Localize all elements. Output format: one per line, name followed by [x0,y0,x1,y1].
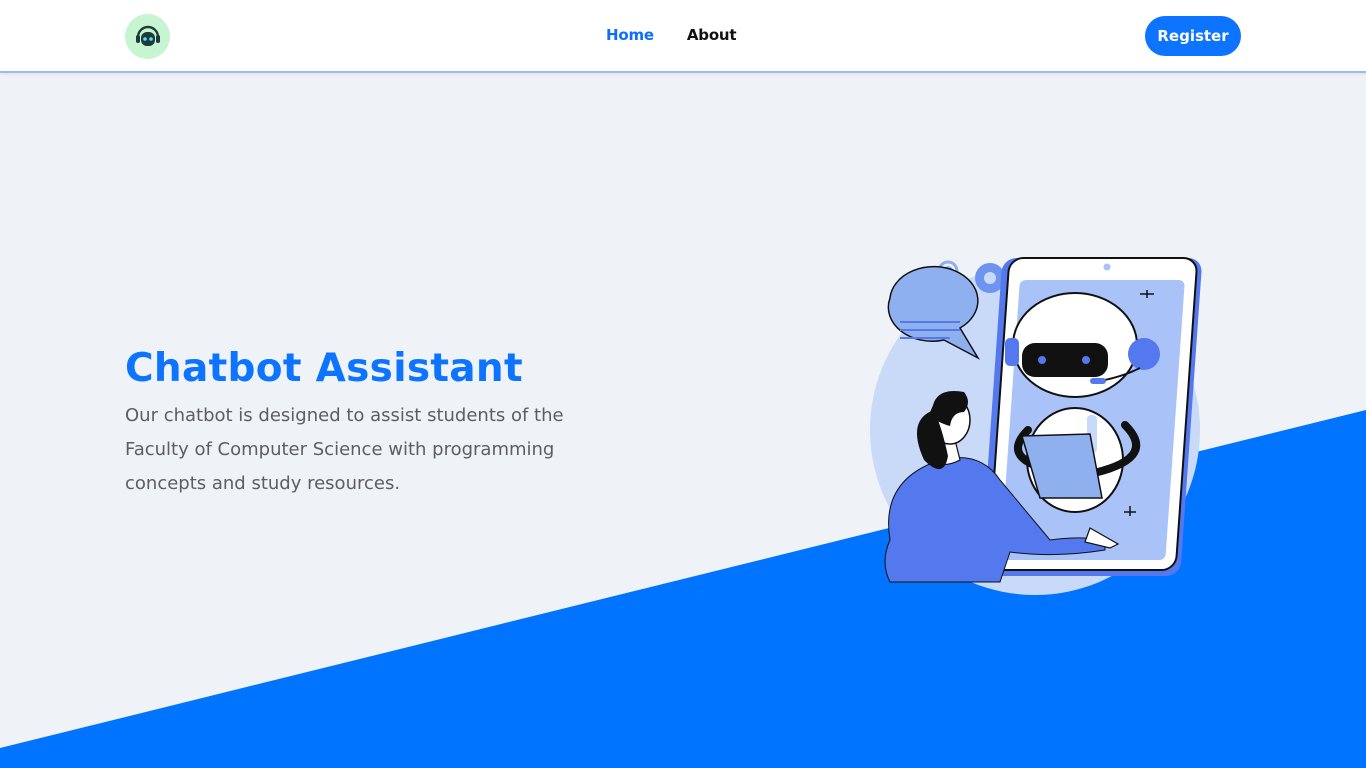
nav-home-link[interactable]: Home [606,26,654,44]
main-nav: Home About [606,26,737,44]
chatbot-phone-illustration [870,257,1202,595]
hero-description: Our chatbot is designed to assist studen… [125,405,564,494]
navbar: Home About Register [0,0,1366,73]
nav-about-link[interactable]: About [687,26,737,44]
robot-head-icon [135,25,160,46]
register-button[interactable]: Register [1145,16,1241,56]
logo[interactable] [125,14,170,59]
hero-section: Chatbot Assistant Our chatbot is designe… [125,343,585,501]
hero-title: Chatbot Assistant [125,346,523,391]
